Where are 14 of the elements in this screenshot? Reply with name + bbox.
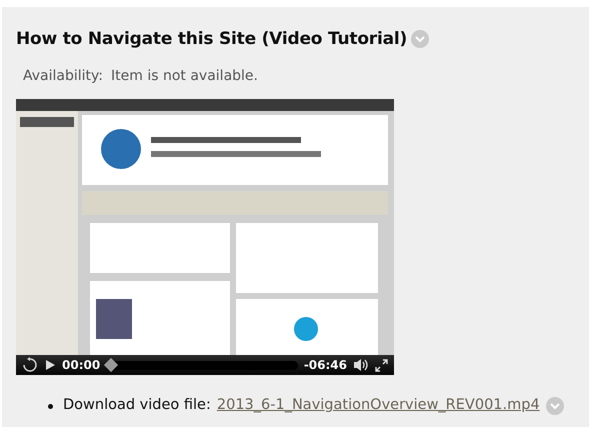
volume-icon[interactable] <box>353 358 369 372</box>
seek-bar[interactable] <box>106 360 298 370</box>
remaining-time: -06:46 <box>304 357 347 374</box>
bullet-icon <box>48 404 53 409</box>
elapsed-time: 00:00 <box>62 357 100 374</box>
replay-icon[interactable] <box>22 357 38 374</box>
availability-label: Availability: <box>23 67 104 86</box>
fullscreen-icon[interactable] <box>375 358 388 372</box>
seek-handle[interactable] <box>104 358 118 372</box>
page-title: How to Navigate this Site (Video Tutorial) <box>16 29 408 50</box>
availability-value: Item is not available. <box>111 67 258 86</box>
download-label: Download video file: <box>63 396 211 416</box>
play-icon[interactable] <box>44 359 56 372</box>
file-link[interactable]: 2013_6-1_NavigationOverview_REV001.mp4 <box>216 395 540 418</box>
